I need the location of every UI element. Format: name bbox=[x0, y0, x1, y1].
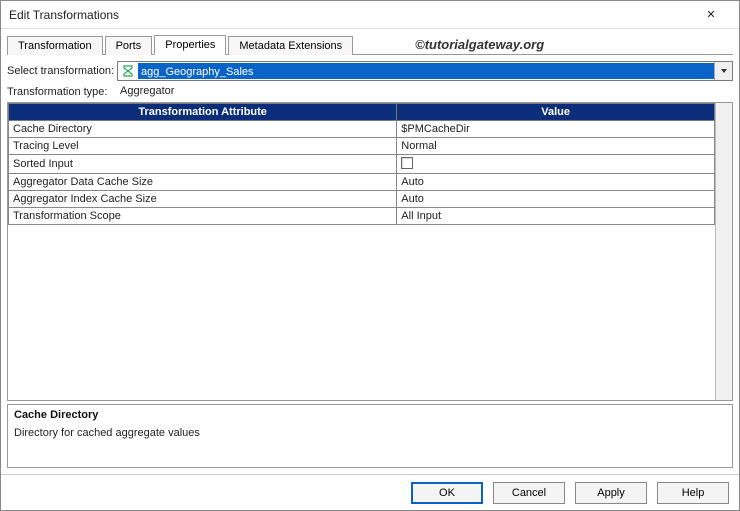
close-button[interactable]: ✕ bbox=[691, 3, 731, 27]
checkbox-icon[interactable] bbox=[401, 157, 413, 169]
help-button[interactable]: Help bbox=[657, 482, 729, 504]
description-panel: Cache Directory Directory for cached agg… bbox=[7, 404, 733, 468]
watermark-text: ©tutorialgateway.org bbox=[415, 37, 544, 54]
window-title: Edit Transformations bbox=[9, 8, 691, 22]
dialog-window: Edit Transformations ✕ Transformation Po… bbox=[0, 0, 740, 511]
column-header-value: Value bbox=[397, 104, 715, 121]
cell-attribute: Cache Directory bbox=[9, 121, 397, 138]
cell-attribute: Aggregator Data Cache Size bbox=[9, 174, 397, 191]
ok-button[interactable]: OK bbox=[411, 482, 483, 504]
properties-table: Transformation Attribute Value Cache Dir… bbox=[8, 103, 715, 225]
properties-table-scroll[interactable]: Transformation Attribute Value Cache Dir… bbox=[8, 103, 715, 400]
content-area: Transformation Ports Properties Metadata… bbox=[1, 29, 739, 474]
tab-metadata-extensions[interactable]: Metadata Extensions bbox=[228, 36, 353, 55]
cell-value[interactable] bbox=[397, 155, 715, 174]
cell-attribute: Sorted Input bbox=[9, 155, 397, 174]
select-transformation-label: Select transformation: bbox=[7, 65, 117, 77]
table-row[interactable]: Cache Directory$PMCacheDir bbox=[9, 121, 715, 138]
properties-table-container: Transformation Attribute Value Cache Dir… bbox=[7, 102, 733, 401]
table-row[interactable]: Aggregator Data Cache SizeAuto bbox=[9, 174, 715, 191]
tab-ports[interactable]: Ports bbox=[105, 36, 153, 55]
select-transformation-value: agg_Geography_Sales bbox=[138, 63, 714, 79]
transformation-type-label: Transformation type: bbox=[7, 86, 117, 98]
cell-attribute: Tracing Level bbox=[9, 138, 397, 155]
select-transformation-row: Select transformation: agg_Geography_Sal… bbox=[7, 61, 733, 81]
cell-value[interactable]: Auto bbox=[397, 174, 715, 191]
chevron-down-icon bbox=[714, 62, 732, 80]
transformation-type-row: Transformation type: Aggregator bbox=[7, 84, 733, 99]
tab-properties[interactable]: Properties bbox=[154, 35, 226, 55]
table-row[interactable]: Sorted Input bbox=[9, 155, 715, 174]
cell-attribute: Aggregator Index Cache Size bbox=[9, 191, 397, 208]
titlebar: Edit Transformations ✕ bbox=[1, 1, 739, 29]
sigma-icon bbox=[120, 63, 136, 79]
cell-attribute: Transformation Scope bbox=[9, 208, 397, 225]
table-row[interactable]: Tracing LevelNormal bbox=[9, 138, 715, 155]
cancel-button[interactable]: Cancel bbox=[493, 482, 565, 504]
table-row[interactable]: Transformation ScopeAll Input bbox=[9, 208, 715, 225]
tab-transformation[interactable]: Transformation bbox=[7, 36, 103, 55]
cell-value[interactable]: $PMCacheDir bbox=[397, 121, 715, 138]
description-title: Cache Directory bbox=[14, 409, 726, 421]
column-header-attribute: Transformation Attribute bbox=[9, 104, 397, 121]
tab-row: Transformation Ports Properties Metadata… bbox=[7, 33, 733, 55]
close-icon: ✕ bbox=[706, 8, 715, 21]
table-row[interactable]: Aggregator Index Cache SizeAuto bbox=[9, 191, 715, 208]
transformation-type-value: Aggregator bbox=[117, 84, 733, 99]
cell-value[interactable]: Auto bbox=[397, 191, 715, 208]
description-body: Directory for cached aggregate values bbox=[14, 427, 726, 439]
apply-button[interactable]: Apply bbox=[575, 482, 647, 504]
vertical-scrollbar[interactable] bbox=[715, 103, 732, 400]
button-bar: OK Cancel Apply Help bbox=[1, 474, 739, 510]
cell-value[interactable]: All Input bbox=[397, 208, 715, 225]
cell-value[interactable]: Normal bbox=[397, 138, 715, 155]
select-transformation-dropdown[interactable]: agg_Geography_Sales bbox=[117, 61, 733, 81]
